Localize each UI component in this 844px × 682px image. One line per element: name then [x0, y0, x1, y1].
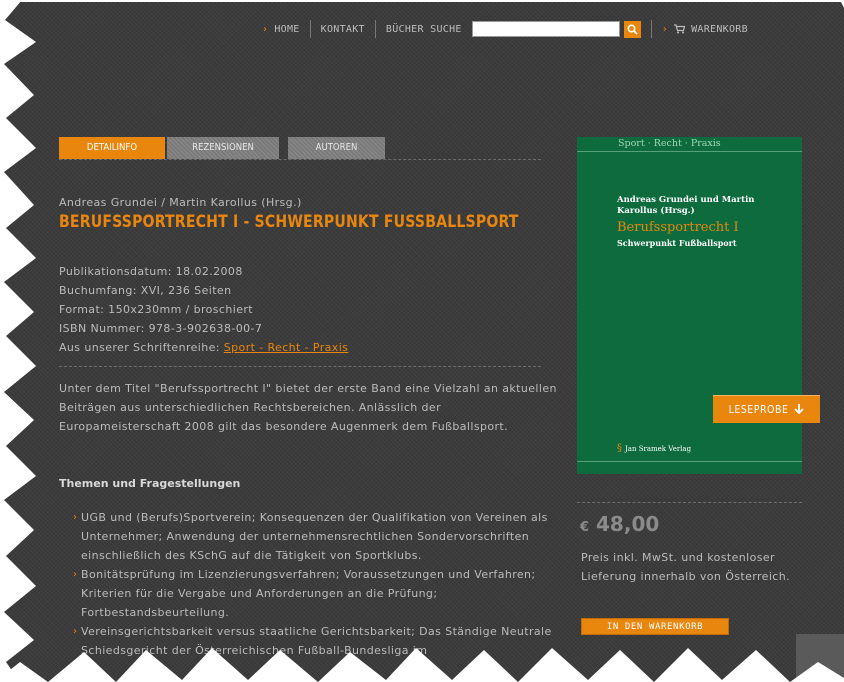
- price-note: Preis inkl. MwSt. und kostenloser Liefer…: [581, 551, 791, 583]
- cover-authors: Andreas Grundei und Martin Karollus (Hrs…: [617, 195, 755, 216]
- book-search-label: BÜCHER SUCHE: [385, 23, 462, 35]
- cart-icon[interactable]: [674, 24, 686, 34]
- detail-tabs: DETAILINFO REZENSIONEN AUTOREN: [59, 137, 541, 160]
- book-extent: Buchumfang: XVI, 236 Seiten: [59, 284, 232, 297]
- leseprobe-button[interactable]: LESEPROBE: [713, 395, 820, 423]
- list-item: › UGB und (Berufs)Sportverein; Konsequenz…: [59, 508, 559, 565]
- list-item: › Bonitätsprüfung im Lizenzierungsverfahr…: [59, 565, 559, 622]
- tab-autoren[interactable]: AUTOREN: [288, 137, 385, 159]
- book-title: BERUFSSPORTRECHT I - SCHWERPUNKT FUSSBAL…: [59, 212, 519, 232]
- book-description: Unter dem Titel "Berufssportrecht I" bie…: [59, 382, 557, 433]
- nav-contact-link[interactable]: KONTAKT: [321, 24, 365, 35]
- torn-edge-left: [0, 0, 36, 682]
- book-metadata: Publikationsdatum: 18.02.2008 Buchumfang…: [59, 262, 348, 357]
- price-currency: €: [580, 520, 590, 535]
- price-divider: [577, 502, 802, 503]
- chevron-right-icon: ›: [73, 569, 78, 580]
- book-format: Format: 150x230mm / broschiert: [59, 303, 253, 316]
- chevron-right-icon: ›: [73, 626, 78, 637]
- chevron-right-icon: ›: [661, 23, 669, 35]
- top-navigation: › HOME KONTAKT BÜCHER SUCHE › WARENKORB: [262, 18, 748, 40]
- nav-home-link[interactable]: HOME: [274, 24, 299, 35]
- series-link[interactable]: Sport - Recht - Praxis: [224, 341, 349, 354]
- add-to-cart-button[interactable]: IN DEN WARENKORB: [581, 618, 729, 635]
- nav-cart-link[interactable]: WARENKORB: [691, 24, 748, 35]
- isbn-number: ISBN Nummer: 978-3-902638-00-7: [59, 322, 263, 335]
- chevron-right-icon: ›: [73, 512, 78, 523]
- list-item: › Vereinsgerichtsbarkeit versus staatlich…: [59, 622, 559, 660]
- tab-detailinfo[interactable]: DETAILINFO: [59, 137, 165, 159]
- series-prefix: Aus unserer Schriftenreihe:: [59, 341, 224, 354]
- publisher-logo-icon: §: [617, 443, 622, 454]
- search-button[interactable]: [623, 20, 641, 38]
- nav-separator: [309, 20, 311, 38]
- search-icon: [627, 23, 638, 35]
- cover-subtitle: Schwerpunkt Fußballsport: [617, 238, 737, 248]
- section-divider: [59, 366, 541, 367]
- themes-list: › UGB und (Berufs)Sportverein; Konsequenz…: [59, 508, 559, 660]
- download-arrow-icon: [794, 404, 805, 415]
- series-line: Aus unserer Schriftenreihe: Sport - Rech…: [59, 338, 348, 357]
- price: € 48,00: [580, 512, 659, 536]
- price-amount: 48,00: [596, 512, 660, 536]
- chevron-right-icon: ›: [262, 23, 269, 35]
- torn-edge-top: [0, 0, 844, 2]
- cover-series: Sport · Recht · Praxis: [618, 138, 721, 149]
- tab-rezensionen[interactable]: REZENSIONEN: [167, 137, 279, 159]
- search-input[interactable]: [471, 21, 620, 37]
- cover-title: Berufssportrecht I: [617, 220, 739, 235]
- scrollbar-corner: [796, 634, 844, 682]
- cover-bottom-bar: [577, 461, 802, 474]
- book-cover[interactable]: Sport · Recht · Praxis Andreas Grundei u…: [577, 137, 802, 474]
- nav-separator: [374, 20, 376, 38]
- book-authors: Andreas Grundei / Martin Karollus (Hrsg.…: [59, 196, 302, 209]
- nav-separator: [650, 20, 652, 38]
- themes-heading: Themen und Fragestellungen: [59, 477, 241, 490]
- cover-publisher: § Jan Sramek Verlag: [617, 443, 692, 454]
- torn-edge-right: [840, 0, 844, 682]
- publication-date: Publikationsdatum: 18.02.2008: [59, 265, 243, 278]
